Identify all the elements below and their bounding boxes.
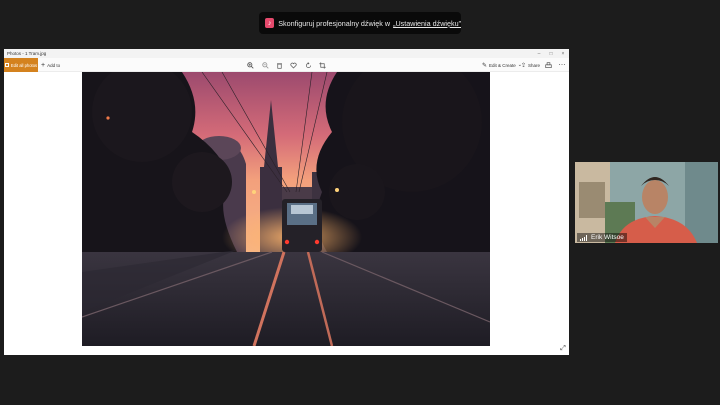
rotate-icon[interactable] (303, 60, 313, 70)
favorite-heart-icon[interactable] (288, 60, 298, 70)
tram-photo-image (82, 72, 490, 346)
audio-settings-icon: ♪ (265, 18, 275, 28)
zoom-in-icon[interactable] (245, 60, 255, 70)
notification-text: Skonfiguruj profesjonalny dźwięk w (278, 18, 391, 28)
maximize-icon[interactable]: □ (545, 49, 557, 58)
more-options-icon[interactable]: ⋯ (557, 60, 567, 70)
add-to-button[interactable]: + Add to (41, 58, 60, 72)
print-icon[interactable] (543, 60, 553, 70)
minimize-icon[interactable]: – (533, 49, 545, 58)
delete-icon[interactable] (274, 60, 284, 70)
edit-create-label: Edit & Create (489, 62, 516, 68)
close-icon[interactable]: × (557, 49, 569, 58)
window-title: Photos - 1 Tram.jpg (7, 51, 47, 56)
participant-name-tag: Erik Witsoe (577, 233, 627, 242)
audio-settings-link[interactable]: „Ustawienia dźwięku” (393, 19, 461, 28)
expand-icon[interactable]: ⤢ (559, 345, 567, 353)
add-to-label: Add to (47, 62, 61, 68)
tram-photo (82, 72, 490, 346)
audio-level-icon (580, 234, 588, 241)
participant-name: Erik Witsoe (591, 234, 624, 241)
photos-icon (4, 63, 9, 67)
edit-create-icon: ✎ (482, 62, 488, 69)
edit-create-button[interactable]: ✎ Edit & Create ⌄ (482, 58, 522, 72)
audio-settings-notification[interactable]: ♪ Skonfiguruj profesjonalny dźwięk w „Us… (259, 12, 461, 34)
participant-video-tile[interactable]: Erik Witsoe (575, 162, 718, 243)
edit-all-photos-button[interactable]: Edit all photos (4, 58, 38, 72)
share-label: Share (528, 62, 541, 68)
zoom-out-icon[interactable] (260, 60, 270, 70)
participant-video-feed (575, 162, 718, 243)
window-titlebar: Photos - 1 Tram.jpg – □ × (4, 49, 569, 58)
share-icon: ⇪ (521, 62, 527, 69)
share-button[interactable]: ⇪ Share (521, 58, 540, 72)
crop-icon[interactable] (317, 60, 327, 70)
edit-all-photos-label: Edit all photos (10, 62, 38, 68)
shared-photos-window: Photos - 1 Tram.jpg – □ × Edit all photo… (4, 49, 569, 355)
plus-icon: + (41, 61, 46, 69)
photos-toolbar: Edit all photos + Add to ✎ Edit & Create… (4, 58, 569, 72)
